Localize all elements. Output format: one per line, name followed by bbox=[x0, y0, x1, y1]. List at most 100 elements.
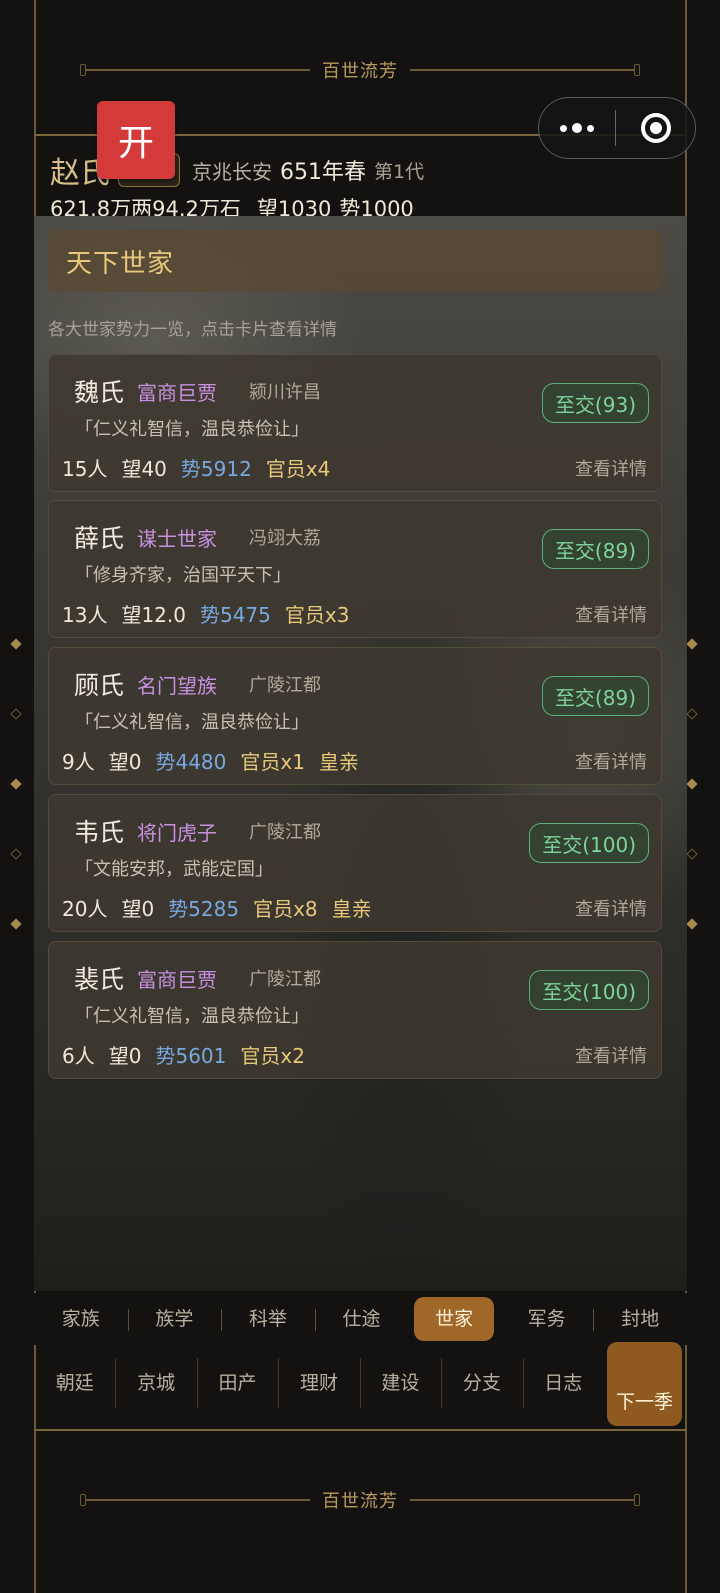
banner-cap-right bbox=[634, 64, 640, 76]
family-type: 富商巨贾 bbox=[137, 381, 217, 405]
banner-line-right bbox=[410, 69, 634, 71]
family-prestige: 望0 bbox=[108, 1044, 142, 1068]
tab-secondary-item[interactable]: 分支 bbox=[441, 1352, 522, 1414]
family-power: 势4480 bbox=[155, 750, 227, 774]
tab-primary-item[interactable]: 仕途 bbox=[314, 1297, 409, 1341]
more-menu-icon[interactable] bbox=[539, 123, 615, 133]
view-detail-link[interactable]: 查看详情 bbox=[575, 455, 647, 481]
family-people: 9人 bbox=[62, 750, 95, 774]
family-people: 15人 bbox=[62, 457, 108, 481]
next-season-button[interactable]: 下一季 bbox=[607, 1342, 682, 1426]
tab-secondary-item[interactable]: 田产 bbox=[196, 1352, 278, 1414]
family-people: 13人 bbox=[62, 603, 108, 627]
family-name: 薛氏 bbox=[74, 524, 125, 553]
tab-secondary-item[interactable]: 京城 bbox=[115, 1352, 196, 1414]
relation-badge: 至交(89) bbox=[541, 529, 649, 569]
family-motto: 「文能安邦，武能定国」 bbox=[75, 859, 273, 880]
family-stats: 20人 望0 势5285 官员x8 皇亲 bbox=[62, 893, 372, 922]
family-place: 广陵江都 bbox=[249, 675, 321, 696]
family-card[interactable]: 韦氏 将门虎子 广陵江都 「文能安邦，武能定国」 20人 望0 势5285 官员… bbox=[48, 794, 662, 932]
family-type: 富商巨贾 bbox=[137, 968, 217, 992]
panel-hint: 各大世家势力一览，点击卡片查看详情 bbox=[48, 320, 337, 340]
view-detail-link[interactable]: 查看详情 bbox=[575, 895, 647, 921]
family-place: 颍川许昌 bbox=[249, 382, 321, 403]
close-miniprogram-icon[interactable] bbox=[616, 113, 695, 143]
tab-primary-item[interactable]: 世家 bbox=[414, 1297, 494, 1341]
left-side-ornament bbox=[10, 638, 22, 930]
bottom-banner: 百世流芳 bbox=[80, 1488, 640, 1512]
family-card[interactable]: 裴氏 富商巨贾 广陵江都 「仁义礼智信，温良恭俭让」 6人 望0 势5601 官… bbox=[48, 941, 662, 1079]
tab-secondary-item[interactable]: 建设 bbox=[359, 1352, 441, 1414]
family-stats: 15人 望40 势5912 官员x4 bbox=[62, 453, 330, 482]
family-place: 广陵江都 bbox=[249, 969, 321, 990]
view-detail-link[interactable]: 查看详情 bbox=[575, 1042, 647, 1068]
family-card[interactable]: 魏氏 富商巨贾 颍川许昌 「仁义礼智信，温良恭俭让」 15人 望40 势5912… bbox=[48, 354, 662, 492]
family-power: 势5475 bbox=[199, 603, 271, 627]
panel-title: 天下世家 bbox=[66, 248, 175, 279]
family-people: 6人 bbox=[62, 1044, 95, 1068]
family-place: 广陵江都 bbox=[249, 822, 321, 843]
family-officials: 官员x3 bbox=[284, 603, 350, 627]
family-name: 魏氏 bbox=[74, 378, 125, 407]
relation-badge: 至交(93) bbox=[541, 383, 649, 423]
banner-line-left bbox=[86, 69, 310, 71]
family-name: 韦氏 bbox=[74, 818, 125, 847]
top-banner: 百世流芳 bbox=[80, 58, 640, 82]
tab-primary-item[interactable]: 军务 bbox=[500, 1297, 594, 1341]
family-stats: 9人 望0 势4480 官员x1 皇亲 bbox=[62, 746, 359, 775]
view-detail-link[interactable]: 查看详情 bbox=[575, 601, 647, 627]
family-prestige: 望0 bbox=[121, 897, 155, 921]
game-date: 651年春 bbox=[280, 160, 366, 185]
relation-badge: 至交(100) bbox=[529, 823, 649, 863]
primary-tab-bar: 家族 族学 科举 仕途 世家 军务 封地 bbox=[34, 1293, 687, 1345]
family-card[interactable]: 薛氏 谋士世家 冯翊大荔 「修身齐家，治国平天下」 13人 望12.0 势547… bbox=[48, 500, 662, 638]
family-power: 势5285 bbox=[168, 897, 240, 921]
family-royal-badge: 皇亲 bbox=[331, 897, 372, 921]
family-officials: 官员x4 bbox=[265, 457, 331, 481]
relation-badge: 至交(89) bbox=[541, 676, 649, 716]
tab-secondary-item[interactable]: 朝廷 bbox=[34, 1352, 115, 1414]
view-detail-link[interactable]: 查看详情 bbox=[575, 748, 647, 774]
tab-secondary-item[interactable]: 理财 bbox=[278, 1352, 359, 1414]
tab-primary-item[interactable]: 族学 bbox=[127, 1297, 222, 1341]
frame-bottom-divider bbox=[34, 1429, 687, 1431]
family-card[interactable]: 顾氏 名门望族 广陵江都 「仁义礼智信，温良恭俭让」 9人 望0 势4480 官… bbox=[48, 647, 662, 785]
family-officials: 官员x1 bbox=[240, 750, 305, 774]
open-badge-button[interactable]: 开 bbox=[97, 101, 175, 179]
banner-title: 百世流芳 bbox=[322, 61, 398, 82]
family-people: 20人 bbox=[62, 897, 108, 921]
panel-title-bar: 天下世家 bbox=[48, 230, 662, 292]
relation-badge: 至交(100) bbox=[529, 970, 649, 1010]
family-stats: 13人 望12.0 势5475 官员x3 bbox=[62, 599, 349, 628]
family-stats: 6人 望0 势5601 官员x2 bbox=[62, 1040, 305, 1069]
banner-cap-right bbox=[634, 1494, 640, 1506]
family-name: 裴氏 bbox=[74, 965, 125, 994]
secondary-tab-bar: 朝廷 京城 田产 理财 建设 分支 日志 bbox=[34, 1352, 604, 1414]
banner-line-left bbox=[86, 1499, 310, 1501]
family-prestige: 望0 bbox=[108, 750, 142, 774]
family-type: 将门虎子 bbox=[137, 821, 217, 845]
family-name: 顾氏 bbox=[74, 671, 125, 700]
banner-title: 百世流芳 bbox=[322, 1491, 398, 1512]
family-place: 冯翊大荔 bbox=[249, 528, 321, 549]
family-prestige: 望40 bbox=[121, 457, 167, 481]
family-motto: 「仁义礼智信，温良恭俭让」 bbox=[75, 712, 309, 733]
tab-secondary-item[interactable]: 日志 bbox=[522, 1352, 604, 1414]
generation: 第1代 bbox=[374, 160, 425, 183]
family-motto: 「仁义礼智信，温良恭俭让」 bbox=[75, 1006, 309, 1027]
tab-primary-item[interactable]: 封地 bbox=[593, 1297, 687, 1341]
family-motto: 「修身齐家，治国平天下」 bbox=[75, 565, 291, 586]
families-panel: 天下世家 各大世家势力一览，点击卡片查看详情 魏氏 富商巨贾 颍川许昌 「仁义礼… bbox=[34, 216, 687, 1291]
family-type: 名门望族 bbox=[137, 674, 217, 698]
family-power: 势5601 bbox=[155, 1044, 227, 1068]
tab-primary-item[interactable]: 家族 bbox=[34, 1297, 128, 1341]
right-side-ornament bbox=[686, 638, 698, 930]
family-officials: 官员x8 bbox=[253, 897, 318, 921]
family-motto: 「仁义礼智信，温良恭俭让」 bbox=[75, 419, 309, 440]
family-prestige: 望12.0 bbox=[121, 603, 186, 627]
clan-location: 京兆长安 bbox=[192, 159, 272, 184]
tab-primary-item[interactable]: 科举 bbox=[221, 1297, 315, 1341]
family-royal-badge: 皇亲 bbox=[318, 750, 359, 774]
family-type: 谋士世家 bbox=[137, 527, 217, 551]
family-officials: 官员x2 bbox=[240, 1044, 305, 1068]
